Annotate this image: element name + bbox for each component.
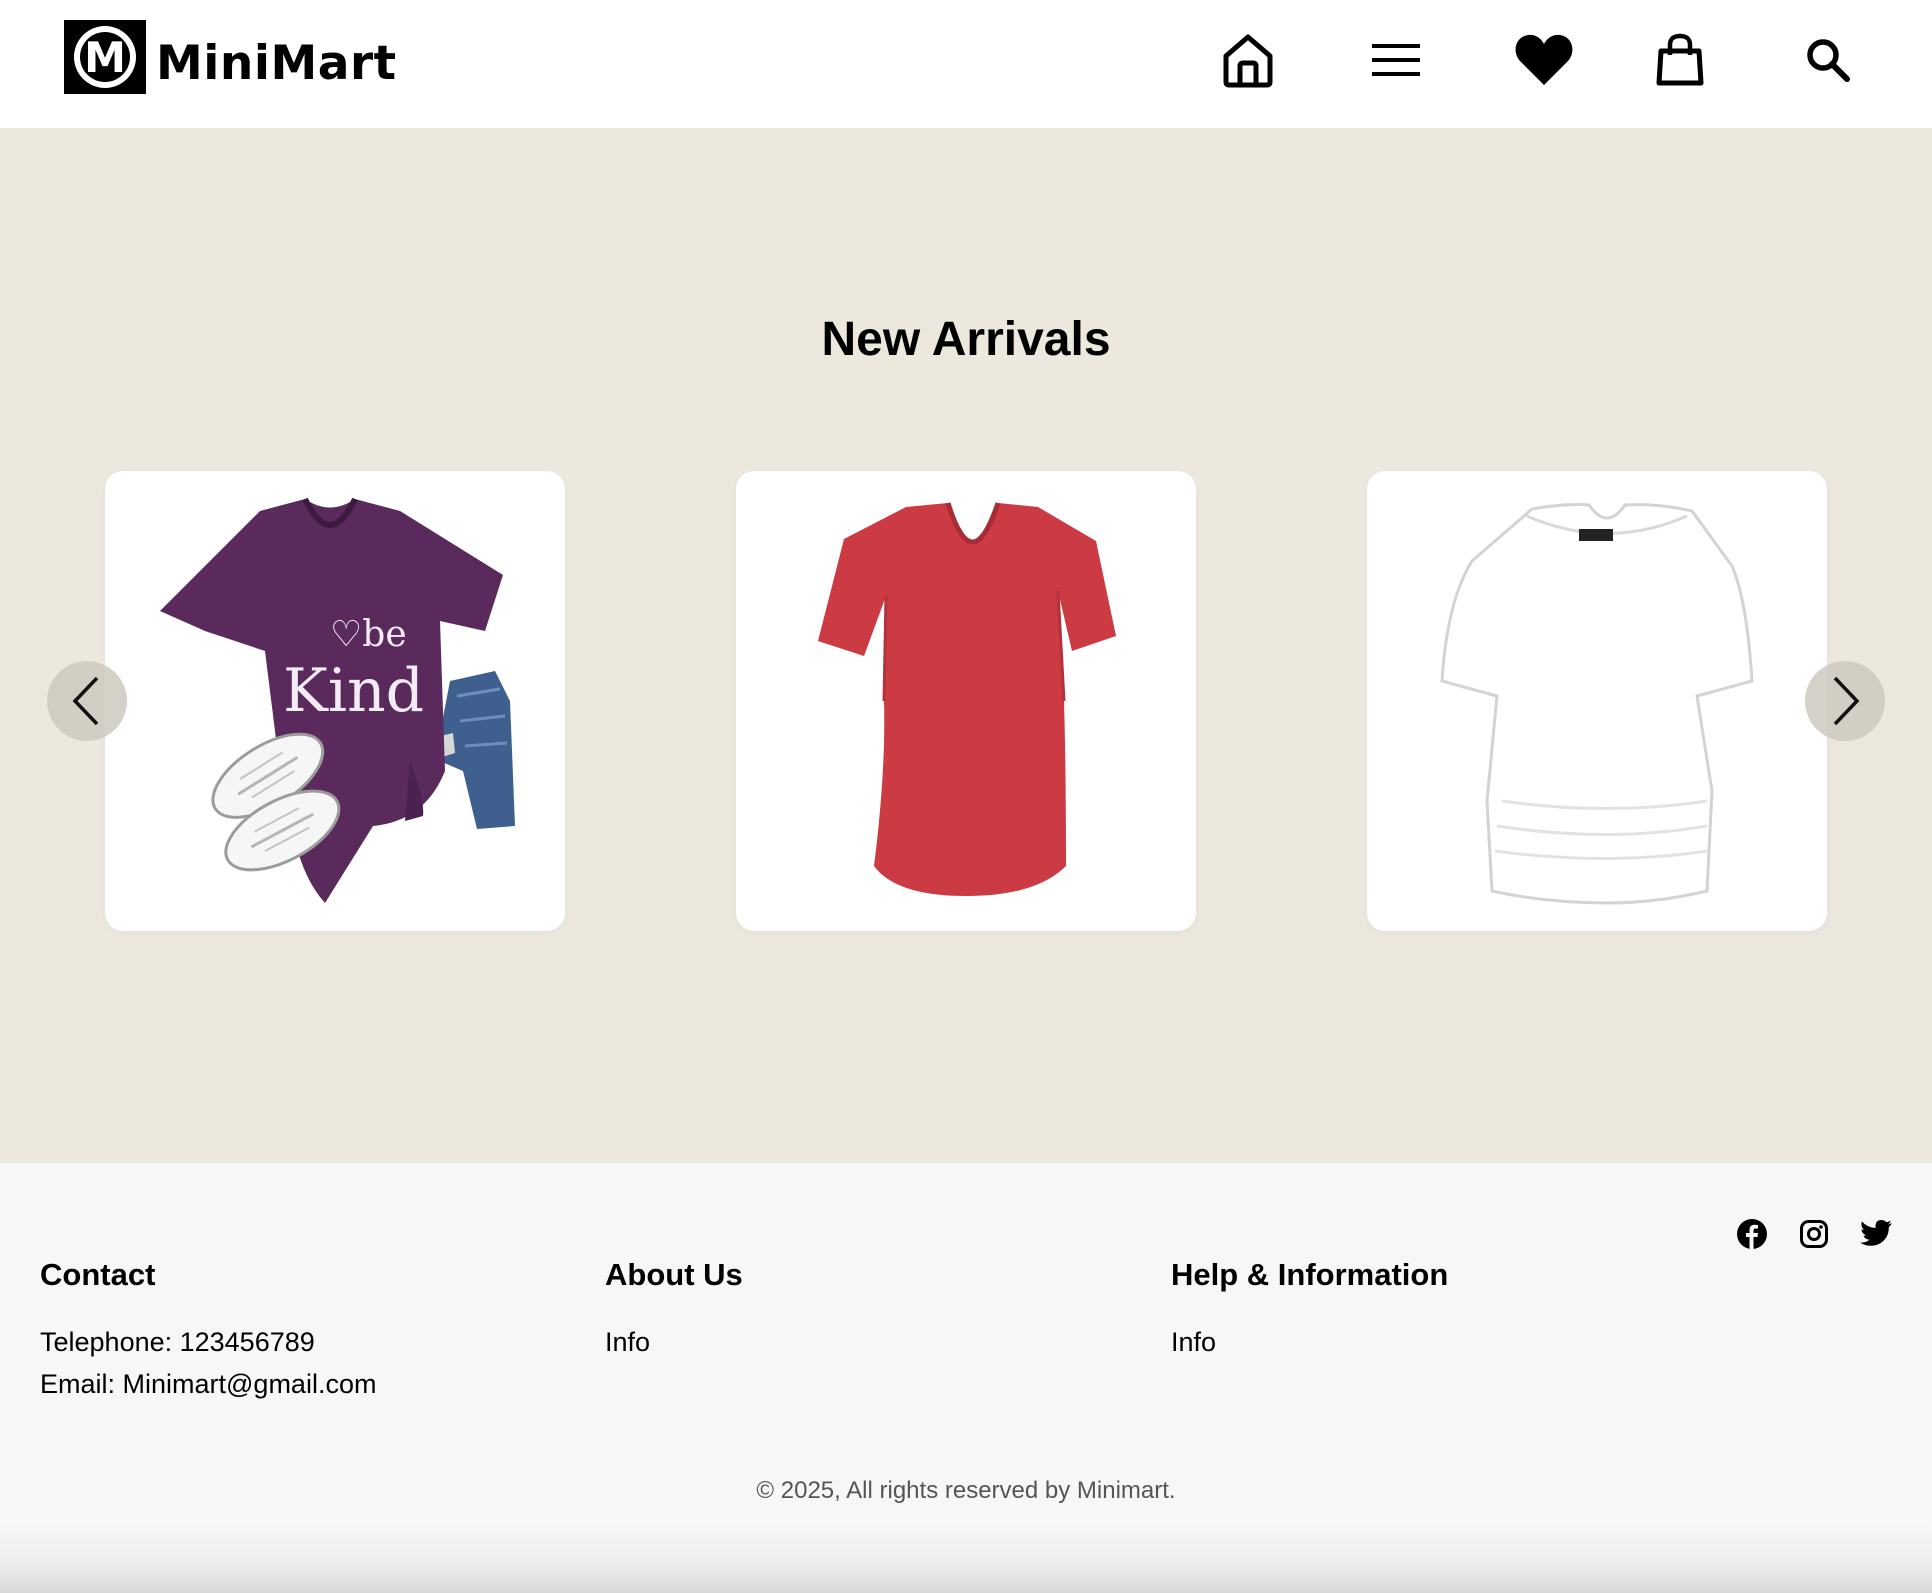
footer-help-info-link[interactable]: Info <box>1171 1321 1448 1363</box>
footer-help-heading: Help & Information <box>1171 1257 1449 1292</box>
chevron-left-icon <box>72 676 99 726</box>
hamburger-menu-icon[interactable] <box>1366 30 1426 90</box>
product-image <box>818 502 1116 896</box>
shopping-bag-icon[interactable] <box>1650 30 1710 90</box>
footer-contact: Contact Telephone: 123456789 Email: Mini… <box>40 1255 376 1405</box>
product-card[interactable] <box>1367 471 1827 931</box>
logo-letter: M <box>84 33 126 82</box>
footer-about: About Us Info <box>605 1255 743 1363</box>
page: M MiniMart New Arrivals ♡be Kind Contact… <box>0 0 1932 1593</box>
footer-about-info-link[interactable]: Info <box>605 1321 743 1363</box>
shirt-print-line2: Kind <box>283 656 424 726</box>
social-links <box>1735 1217 1893 1251</box>
product-image: ♡be Kind <box>160 497 515 903</box>
search-icon[interactable] <box>1798 30 1858 90</box>
heart-icon[interactable] <box>1514 30 1574 90</box>
instagram-icon[interactable] <box>1797 1217 1831 1251</box>
site-footer: Contact Telephone: 123456789 Email: Mini… <box>0 1163 1932 1593</box>
shirt-print-line1: ♡be <box>330 614 407 655</box>
footer-help: Help & Information Info <box>1171 1255 1448 1363</box>
twitter-icon[interactable] <box>1859 1217 1893 1251</box>
section-title: New Arrivals <box>821 313 1111 366</box>
home-icon[interactable] <box>1218 30 1278 90</box>
chevron-right-icon <box>1833 676 1860 726</box>
brand-name: MiniMart <box>156 35 397 91</box>
carousel-next-button[interactable] <box>1805 661 1885 741</box>
product-card[interactable] <box>736 471 1196 931</box>
product-card[interactable]: ♡be Kind <box>105 471 565 931</box>
footer-telephone: Telephone: 123456789 <box>40 1327 315 1357</box>
logo-mark-icon: M <box>64 20 146 94</box>
footer-about-heading: About Us <box>605 1257 743 1292</box>
facebook-icon[interactable] <box>1735 1217 1769 1251</box>
new-arrivals-section: New Arrivals ♡be Kind <box>0 128 1932 1163</box>
product-image <box>1440 503 1754 905</box>
copyright-text: © 2025, All rights reserved by Minimart. <box>756 1477 1176 1504</box>
footer-contact-heading: Contact <box>40 1257 156 1292</box>
footer-email[interactable]: Email: Minimart@gmail.com <box>40 1363 376 1405</box>
carousel-prev-button[interactable] <box>47 661 127 741</box>
brand-logo[interactable]: M MiniMart <box>64 20 397 94</box>
site-header: M MiniMart <box>0 0 1932 128</box>
